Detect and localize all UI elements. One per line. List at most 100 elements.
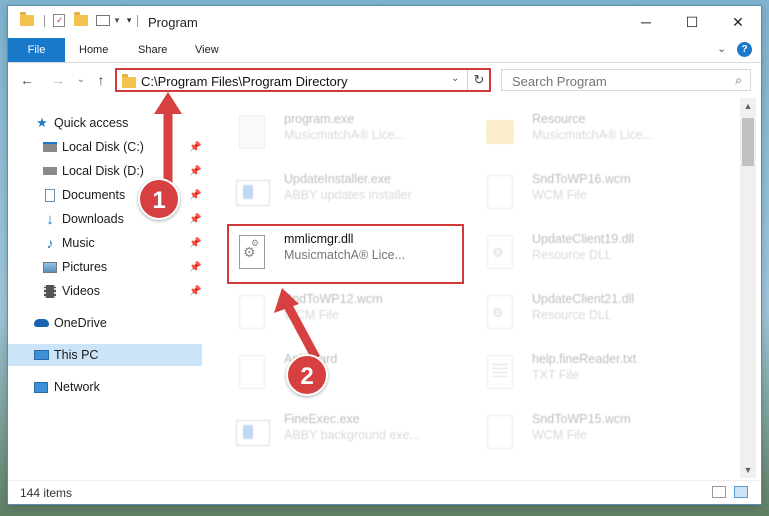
- file-description: WCM File: [284, 308, 339, 322]
- pin-icon[interactable]: 📌: [189, 238, 201, 249]
- list-item[interactable]: SndToWP16.wcm WCM File: [476, 166, 708, 222]
- file-name: SndToWP12.wcm: [284, 292, 383, 306]
- exe-window-icon: [234, 172, 270, 212]
- tab-share[interactable]: Share: [128, 38, 177, 62]
- pin-icon[interactable]: 📌: [189, 286, 201, 297]
- item-count: 144 items: [20, 486, 73, 500]
- sidebar-item-label: Videos: [62, 284, 100, 298]
- chevron-down-icon[interactable]: ▼: [113, 16, 121, 25]
- sidebar-item-this-pc[interactable]: This PC: [8, 344, 202, 366]
- computer-icon: [33, 348, 49, 362]
- sidebar-item-onedrive[interactable]: OneDrive: [8, 312, 202, 334]
- folder-icon: [482, 112, 518, 152]
- file-name: program.exe: [284, 112, 355, 126]
- sidebar-item-label: Network: [54, 380, 100, 394]
- details-view-icon[interactable]: [712, 486, 726, 498]
- tab-view[interactable]: View: [185, 38, 229, 62]
- tab-home[interactable]: Home: [69, 38, 118, 62]
- file-name: SndToWP15.wcm: [532, 412, 631, 426]
- scroll-thumb[interactable]: [742, 118, 754, 166]
- search-input[interactable]: [510, 71, 724, 91]
- list-item[interactable]: SndToWP15.wcm WCM File: [476, 406, 708, 462]
- toolbar-divider: [137, 14, 139, 27]
- recent-locations-icon[interactable]: ⌄: [72, 71, 90, 89]
- blank-file-icon: [482, 172, 518, 212]
- list-item[interactable]: FineExec.exe ABBY background exe...: [228, 406, 460, 462]
- star-icon: ★: [36, 115, 48, 130]
- up-arrow-icon[interactable]: ↑: [92, 71, 110, 89]
- pin-icon[interactable]: 📌: [189, 214, 201, 225]
- list-item[interactable]: ⚙ UpdateClient19.dll Resource DLL: [476, 226, 708, 282]
- customize-toolbar-icon[interactable]: ▾: [127, 15, 132, 26]
- pin-icon[interactable]: 📌: [189, 166, 201, 177]
- sidebar-item-label: Pictures: [62, 260, 108, 274]
- file-name: UpdateInstaller.exe: [284, 172, 392, 186]
- step-1-callout: 1: [138, 178, 180, 220]
- sidebar-item-label: This PC: [54, 348, 99, 362]
- scroll-down-icon[interactable]: ▼: [740, 462, 756, 478]
- folder-icon[interactable]: [20, 12, 34, 26]
- list-item[interactable]: ⚙ UpdateClient21.dll Resource DLL: [476, 286, 708, 342]
- sidebar-item-quick-access[interactable]: ★ Quick access: [8, 112, 202, 134]
- file-description: Resource DLL: [532, 308, 612, 322]
- cloud-icon: [33, 316, 49, 330]
- chevron-down-icon[interactable]: ⌄: [717, 42, 726, 55]
- dll-gear-icon: ⚙: [482, 232, 518, 272]
- list-item[interactable]: UpdateInstaller.exe ABBY updates install…: [228, 166, 460, 222]
- file-description: WCM File: [532, 188, 587, 202]
- sidebar-item-local-disk-d[interactable]: Local Disk (D:) 📌: [8, 160, 202, 182]
- drive-icon: [42, 140, 58, 154]
- pin-icon[interactable]: 📌: [189, 142, 201, 153]
- sidebar-item-local-disk-c[interactable]: Local Disk (C:) 📌: [8, 136, 202, 158]
- help-icon[interactable]: ?: [737, 42, 752, 57]
- file-name: FineExec.exe: [284, 412, 360, 426]
- sidebar-item-videos[interactable]: Videos 📌: [8, 280, 202, 302]
- file-explorer-window: ✓ ▼ ▾ Program ─ ☐ ✕ File Home Share View…: [8, 6, 761, 504]
- scroll-up-icon[interactable]: ▲: [740, 98, 756, 114]
- sidebar-item-network[interactable]: Network: [8, 376, 202, 398]
- pin-icon[interactable]: 📌: [189, 262, 201, 273]
- exe-icon: [234, 112, 270, 152]
- minimize-button[interactable]: ─: [623, 6, 669, 38]
- blank-file-icon: [482, 412, 518, 452]
- back-arrow-icon[interactable]: ←: [18, 71, 36, 89]
- maximize-button[interactable]: ☐: [669, 6, 715, 38]
- address-path[interactable]: C:\Program Files\Program Directory: [141, 74, 348, 89]
- drive-icon: [42, 164, 58, 178]
- list-item[interactable]: help.fineReader.txt TXT File: [476, 346, 708, 402]
- address-bar[interactable]: C:\Program Files\Program Directory ⌄ ↻: [115, 68, 491, 92]
- title-bar: ✓ ▼ ▾ Program ─ ☐ ✕: [8, 6, 761, 38]
- vertical-scrollbar[interactable]: ▲ ▼: [740, 98, 756, 478]
- properties-icon[interactable]: ✓: [53, 14, 65, 27]
- sidebar-item-label: Documents: [62, 188, 126, 202]
- list-item[interactable]: ApiAward: [228, 346, 460, 402]
- exe-window-icon: [234, 412, 270, 452]
- file-description: MusicmatchA® Lice...: [532, 128, 654, 142]
- text-file-icon: [482, 352, 518, 392]
- list-item[interactable]: Resource MusicmatchA® Lice...: [476, 106, 708, 162]
- dll-gear-icon: ⚙: [482, 292, 518, 332]
- view-options-icon[interactable]: [96, 15, 110, 26]
- new-folder-icon[interactable]: [74, 12, 88, 26]
- quick-access-toolbar: ✓ ▼ ▾: [20, 12, 139, 27]
- sidebar-item-pictures[interactable]: Pictures 📌: [8, 256, 202, 278]
- sidebar-item-music[interactable]: ♪ Music 📌: [8, 232, 202, 254]
- search-box[interactable]: ⌕: [501, 69, 751, 91]
- pin-icon[interactable]: 📌: [189, 190, 201, 201]
- folder-icon: [122, 74, 136, 88]
- list-item[interactable]: program.exe MusicmatchA® Lice...: [228, 106, 460, 162]
- file-description: ABBY background exe...: [284, 428, 420, 442]
- close-button[interactable]: ✕: [715, 6, 761, 38]
- forward-arrow-icon[interactable]: →: [49, 71, 67, 89]
- toolbar-divider: [44, 14, 45, 27]
- window-title: Program: [148, 15, 198, 30]
- search-icon[interactable]: ⌕: [735, 73, 742, 88]
- refresh-icon[interactable]: ↻: [467, 70, 490, 90]
- tab-file[interactable]: File: [8, 38, 65, 62]
- list-item[interactable]: SndToWP12.wcm WCM File: [228, 286, 460, 342]
- file-list: program.exe MusicmatchA® Lice... Resourc…: [206, 98, 740, 478]
- address-dropdown-icon[interactable]: ⌄: [451, 73, 459, 84]
- large-icons-view-icon[interactable]: [734, 486, 748, 498]
- blank-file-icon: [234, 352, 270, 392]
- sidebar-item-label: Music: [62, 236, 95, 250]
